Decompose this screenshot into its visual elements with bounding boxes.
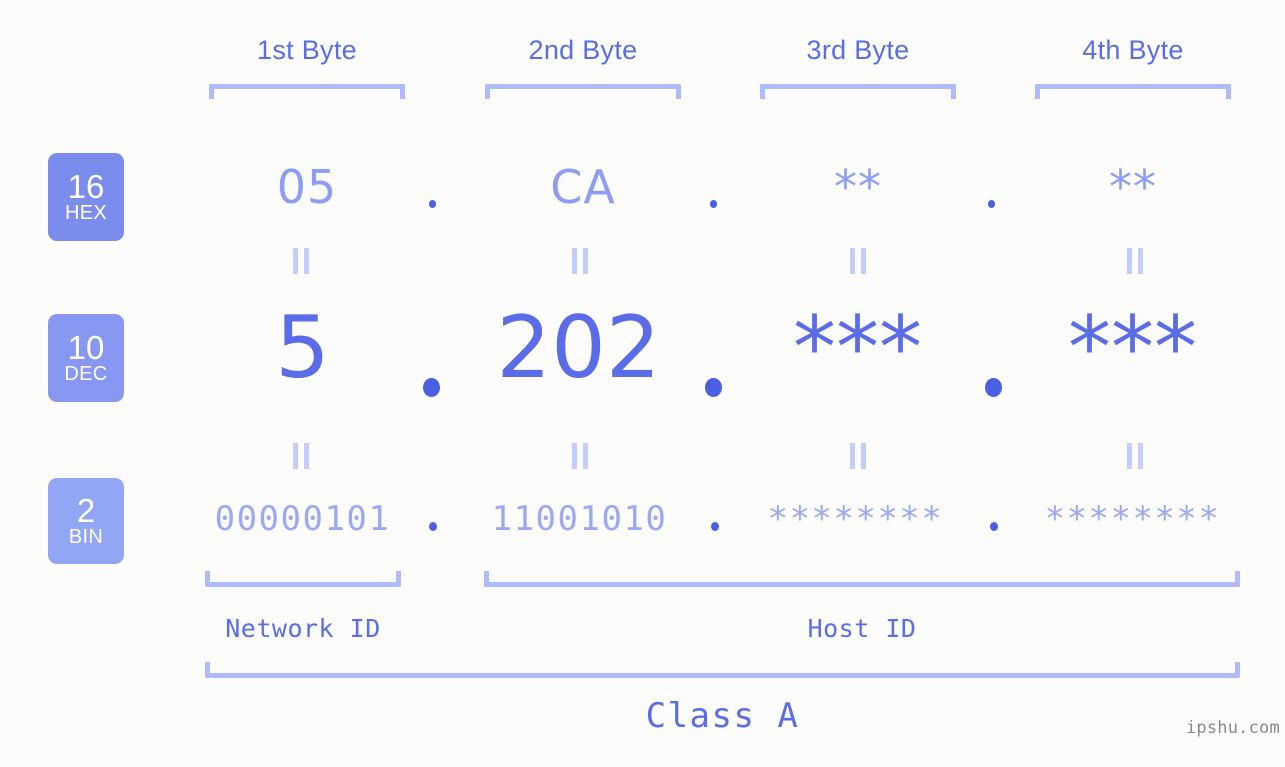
dec-separator-dot-2	[705, 378, 722, 397]
watermark: ipshu.com	[1186, 718, 1280, 738]
ip-byte-diagram: 1st Byte 2nd Byte 3rd Byte 4th Byte 16 H…	[0, 0, 1285, 767]
byte-header-2: 2nd Byte	[528, 35, 638, 65]
equals-mark-hex-dec-3	[850, 248, 867, 274]
dec-byte-2: 202	[496, 298, 661, 398]
hex-byte-4: **	[1109, 160, 1157, 214]
radix-badge-dec-number: 10	[67, 329, 105, 366]
dec-byte-4: ***	[1068, 298, 1197, 398]
byte-header-1: 1st Byte	[257, 35, 357, 65]
equals-mark-hex-dec-2	[572, 248, 589, 274]
radix-badge-bin: 2 BIN	[48, 478, 124, 564]
hex-separator-dot-2	[710, 200, 717, 208]
bin-byte-1: 00000101	[214, 499, 391, 539]
hex-byte-3: **	[834, 160, 882, 214]
bin-byte-4: ********	[1044, 499, 1221, 539]
equals-mark-dec-bin-3	[850, 443, 867, 469]
equals-mark-dec-bin-1	[293, 443, 310, 469]
radix-badge-hex-word: HEX	[64, 202, 108, 224]
class-label: Class A	[645, 696, 800, 736]
radix-badge-bin-word: BIN	[68, 526, 104, 548]
byte-bracket-3	[760, 84, 956, 99]
bin-separator-dot-1	[429, 522, 437, 531]
dec-byte-3: ***	[793, 298, 922, 398]
hex-separator-dot-3	[988, 200, 995, 208]
hex-byte-2: CA	[550, 160, 616, 214]
bin-separator-dot-3	[990, 522, 998, 531]
network-id-label: Network ID	[225, 614, 381, 643]
byte-header-3: 3rd Byte	[806, 35, 910, 65]
host-id-label: Host ID	[807, 614, 917, 643]
bin-byte-2: 11001010	[491, 499, 668, 539]
equals-mark-hex-dec-4	[1127, 248, 1144, 274]
radix-badge-dec: 10 DEC	[48, 314, 124, 402]
byte-bracket-2	[485, 84, 681, 99]
dec-separator-dot-1	[423, 378, 440, 397]
network-id-bracket	[205, 571, 401, 587]
dec-byte-1: 5	[275, 298, 330, 398]
host-id-bracket	[484, 571, 1240, 587]
bin-separator-dot-2	[711, 522, 719, 531]
equals-mark-dec-bin-2	[572, 443, 589, 469]
radix-badge-hex: 16 HEX	[48, 153, 124, 241]
byte-header-4: 4th Byte	[1082, 35, 1184, 65]
equals-mark-dec-bin-4	[1127, 443, 1144, 469]
hex-byte-1: 05	[276, 160, 338, 214]
byte-bracket-4	[1035, 84, 1231, 99]
radix-badge-bin-number: 2	[76, 492, 96, 529]
dec-separator-dot-3	[985, 378, 1002, 397]
radix-badge-hex-number: 16	[67, 168, 105, 205]
bin-byte-3: ********	[767, 499, 944, 539]
class-bracket	[205, 662, 1240, 678]
radix-badge-dec-word: DEC	[64, 363, 108, 385]
equals-mark-hex-dec-1	[293, 248, 310, 274]
hex-separator-dot-1	[429, 200, 436, 208]
byte-bracket-1	[209, 84, 405, 99]
